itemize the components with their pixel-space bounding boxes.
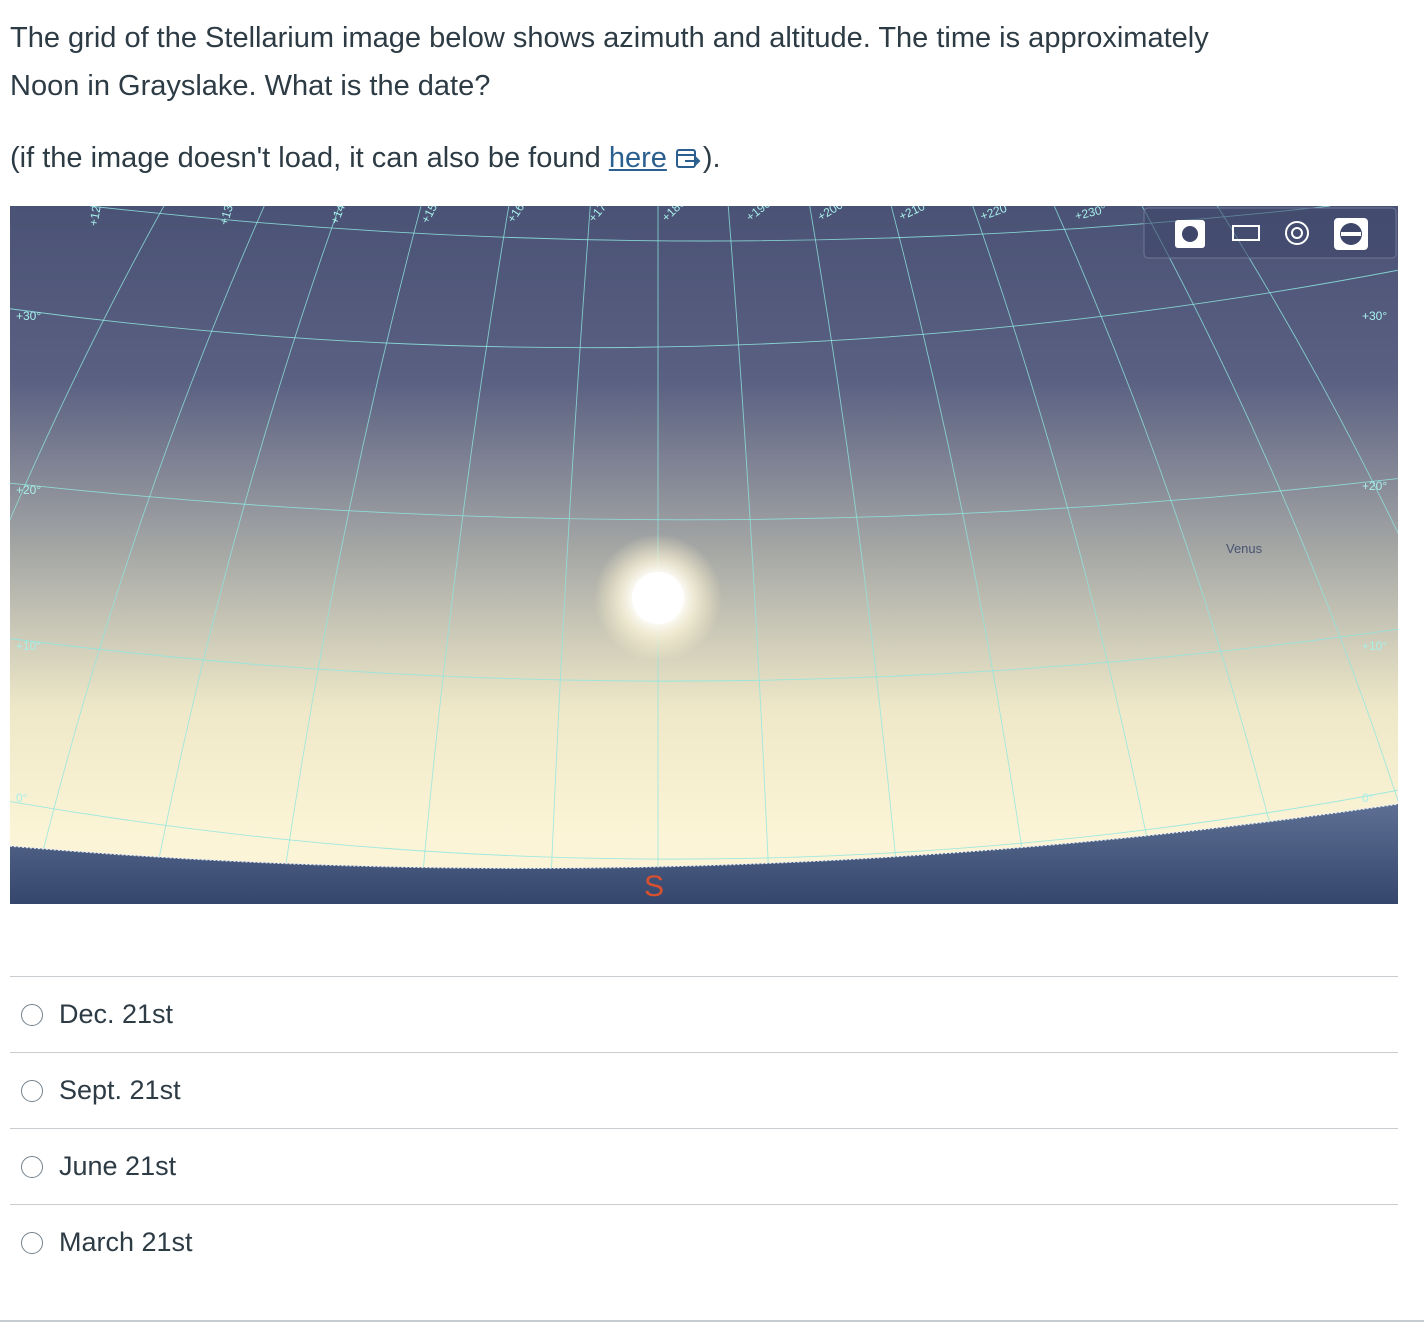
altitude-label-left: +30° [16, 309, 41, 323]
sun-disk [632, 572, 684, 624]
external-link-icon[interactable] [675, 138, 703, 186]
answer-option-march-21[interactable]: March 21st [10, 1204, 1398, 1280]
note-prefix: (if the image doesn't load, it can also … [10, 142, 609, 174]
here-link[interactable]: here [609, 142, 667, 174]
altitude-label-left: +20° [16, 483, 41, 497]
altitude-label-right: +30° [1362, 309, 1387, 323]
answer-label: Sept. 21st [59, 1075, 181, 1105]
image-fallback-note: (if the image doesn't load, it can also … [10, 134, 1400, 186]
stellarium-toolbar [1143, 207, 1397, 259]
radio-button[interactable] [21, 1231, 43, 1254]
cardinal-south-label: S [644, 870, 664, 903]
answer-option-june-21[interactable]: June 21st [10, 1128, 1398, 1204]
altitude-label-right: 0° [1362, 791, 1374, 805]
question-line-2: Noon in Grayslake. What is the date? [10, 70, 491, 102]
answer-label: June 21st [59, 1151, 177, 1181]
answer-list: Dec. 21st Sept. 21st June 21st March 21s… [10, 976, 1398, 1280]
question-block: The grid of the Stellarium image below s… [10, 14, 1400, 186]
question-line-1: The grid of the Stellarium image below s… [10, 22, 1209, 54]
venus-label: Venus [1226, 541, 1263, 556]
stellarium-sky-svg: +120° +130° +140° +150° +160° +170° +180° +190°… [10, 206, 1398, 904]
altitude-label-left: +10° [16, 639, 41, 653]
radio-button[interactable] [21, 1155, 43, 1178]
radio-button[interactable] [21, 1003, 43, 1026]
radio-button[interactable] [21, 1079, 43, 1102]
answer-option-sept-21[interactable]: Sept. 21st [10, 1052, 1398, 1128]
shutter-icon[interactable] [1334, 218, 1368, 250]
question-text: The grid of the Stellarium image below s… [10, 14, 1400, 110]
altitude-label-left: 0° [16, 791, 28, 805]
stellarium-image: +120° +130° +140° +150° +160° +170° +180° +190°… [10, 206, 1398, 904]
answer-option-dec-21[interactable]: Dec. 21st [10, 976, 1398, 1052]
altitude-label-right: +10° [1362, 639, 1387, 653]
answer-label: March 21st [59, 1227, 193, 1257]
moon-phase-icon[interactable] [1175, 220, 1205, 248]
answer-label: Dec. 21st [59, 999, 174, 1029]
altitude-label-right: +20° [1362, 479, 1387, 493]
note-suffix: ). [702, 142, 721, 174]
bottom-divider [0, 1320, 1424, 1322]
